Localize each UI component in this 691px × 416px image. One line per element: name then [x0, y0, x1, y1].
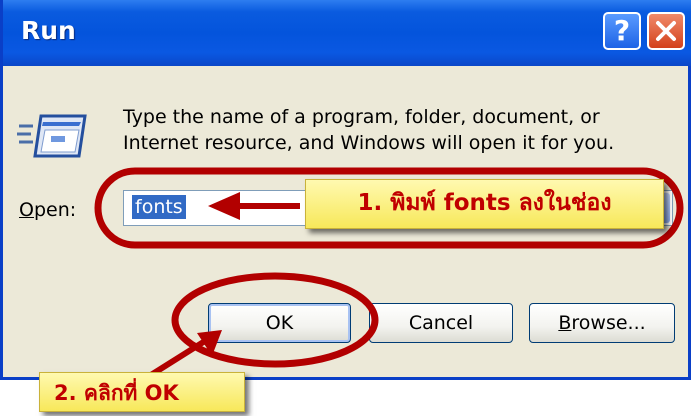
title-bar[interactable]: Run ?	[3, 0, 691, 66]
close-button[interactable]	[647, 12, 685, 50]
open-label-text: pen:	[33, 199, 77, 221]
open-input-value[interactable]: fonts	[132, 195, 186, 219]
cancel-button[interactable]: Cancel	[369, 303, 513, 343]
help-button[interactable]: ?	[603, 12, 641, 50]
window-title: Run	[21, 16, 76, 45]
open-label-mnemonic: O	[19, 199, 34, 221]
browse-label: rowse...	[571, 312, 646, 334]
step1-callout: 1. พิมพ์ fonts ลงในช่อง	[305, 179, 664, 229]
browse-mnemonic: B	[558, 312, 572, 334]
ok-button[interactable]: OK	[208, 303, 351, 343]
close-icon	[656, 21, 676, 41]
browse-button[interactable]: Browse...	[529, 303, 675, 343]
dialog-description: Type the name of a program, folder, docu…	[123, 106, 615, 154]
step2-callout: 2. คลิกที่ OK	[39, 372, 245, 412]
run-program-icon	[17, 114, 87, 158]
open-label: Open:	[19, 199, 76, 221]
